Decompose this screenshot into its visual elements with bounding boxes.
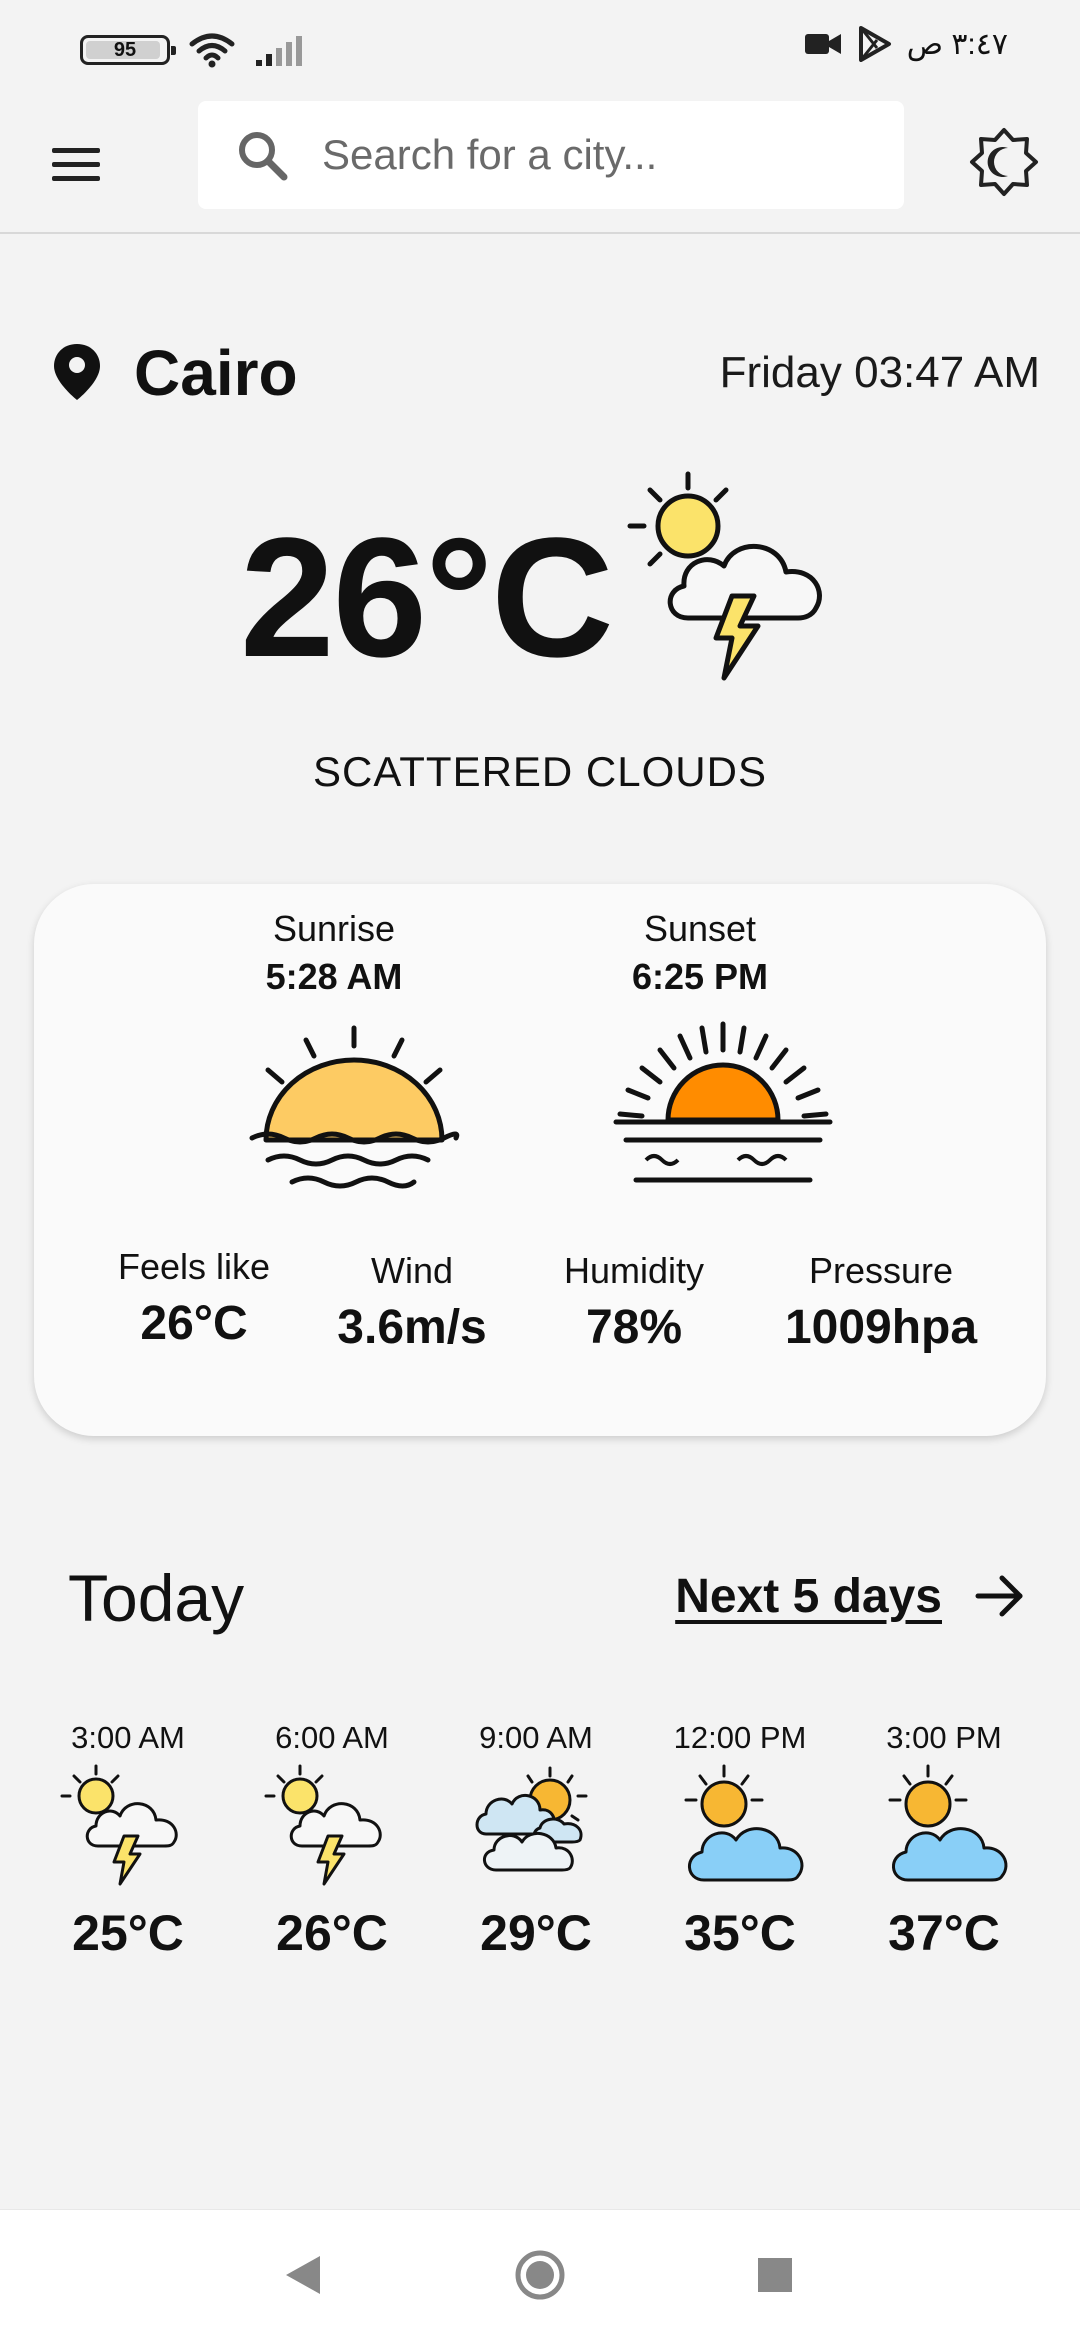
stat-label: Feels like xyxy=(117,1246,271,1287)
sunset-label: Sunset xyxy=(643,908,757,949)
location-row: Cairo Friday 03:47 AM xyxy=(50,330,1040,410)
hour-temp: 26°C xyxy=(276,1905,388,1961)
hour-time: 3:00 PM xyxy=(886,1720,1002,1755)
hour-time: 6:00 AM xyxy=(275,1720,389,1755)
top-app-bar xyxy=(0,96,1080,234)
stat-value: 78% xyxy=(585,1301,683,1354)
sunset-time: 6:25 PM xyxy=(631,956,769,997)
sunrise-icon xyxy=(249,1025,460,1189)
stat-humidity: Humidity 78% xyxy=(524,1250,744,1355)
sun-cloud-lightning-icon xyxy=(627,471,822,681)
today-title: Today xyxy=(68,1561,245,1635)
current-temperature: 26°C xyxy=(240,503,614,693)
back-button-icon[interactable] xyxy=(280,2252,326,2298)
battery-icon: 95 xyxy=(80,35,176,65)
hour-time: 9:00 AM xyxy=(479,1720,593,1755)
hour-item: 12:00 PM 35°C xyxy=(640,1720,840,1962)
city-name: Cairo xyxy=(134,337,298,409)
hour-temp: 35°C xyxy=(684,1905,796,1961)
search-icon xyxy=(239,132,288,181)
sunset-icon xyxy=(613,1021,833,1183)
sunrise-block: Sunrise 5:28 AM xyxy=(214,908,454,998)
hour-temp: 37°C xyxy=(888,1905,1000,1961)
battery-level: 95 xyxy=(113,38,137,61)
next-5-days-label[interactable]: Next 5 days xyxy=(675,1569,942,1624)
recents-button-icon[interactable] xyxy=(756,2256,794,2294)
theme-toggle-icon[interactable] xyxy=(968,126,1040,198)
hamburger-menu-icon[interactable] xyxy=(48,136,104,192)
sun-cloud-lightning-icon xyxy=(264,1764,382,1886)
weather-condition: SCATTERED CLOUDS xyxy=(313,748,767,795)
stat-feels-like: Feels like 26°C xyxy=(84,1246,304,1351)
stat-value: 1009hpa xyxy=(784,1301,978,1354)
sunrise-time: 5:28 AM xyxy=(265,956,403,997)
status-right: ٣:٤٧ ص xyxy=(803,26,1008,62)
sun-blue-cloud-icon xyxy=(888,1764,1008,1882)
stat-wind: Wind 3.6m/s xyxy=(302,1250,522,1355)
hour-time: 12:00 PM xyxy=(673,1720,807,1755)
sun-cloud-lightning-icon xyxy=(60,1764,178,1886)
hour-item: 9:00 AM 29°C xyxy=(436,1720,636,1962)
weather-details-card: Sunrise 5:28 AM Sunset 6:25 PM Feels lik… xyxy=(34,884,1046,1436)
location-pin-icon xyxy=(54,344,100,400)
stat-value: 26°C xyxy=(140,1297,248,1350)
next-5-days-link[interactable]: Next 5 days xyxy=(675,1568,1028,1624)
status-left: 95 xyxy=(80,30,306,70)
sun-blue-cloud-icon xyxy=(684,1764,804,1882)
sunset-block: Sunset 6:25 PM xyxy=(580,908,820,998)
stat-label: Humidity xyxy=(563,1250,705,1291)
video-camera-icon xyxy=(804,34,841,54)
signal-icon xyxy=(256,36,302,66)
stat-label: Pressure xyxy=(808,1250,954,1291)
status-time: ٣:٤٧ ص xyxy=(906,27,1008,61)
search-input[interactable] xyxy=(320,130,864,180)
hour-item: 3:00 AM 25°C xyxy=(28,1720,228,1962)
hour-time: 3:00 AM xyxy=(71,1720,185,1755)
hour-temp: 29°C xyxy=(480,1905,592,1961)
search-box[interactable] xyxy=(198,101,904,209)
arrow-right-icon[interactable] xyxy=(972,1568,1028,1624)
hour-temp: 25°C xyxy=(72,1905,184,1961)
play-store-icon xyxy=(858,26,891,62)
hourly-forecast: 3:00 AM 25°C 6:00 AM 26°C 9:00 AM 29°C 1… xyxy=(28,1720,1052,1962)
home-button-icon[interactable] xyxy=(514,2249,566,2301)
sun-clouds-icon xyxy=(475,1766,588,1872)
stat-value: 3.6m/s xyxy=(337,1301,487,1354)
hour-item: 6:00 AM 26°C xyxy=(232,1720,432,1962)
wifi-icon xyxy=(189,33,235,68)
stat-pressure: Pressure 1009hpa xyxy=(756,1250,1006,1355)
hour-item: 3:00 PM 37°C xyxy=(844,1720,1044,1962)
system-navigation-bar xyxy=(0,2209,1080,2340)
stat-label: Wind xyxy=(370,1250,454,1291)
sunrise-label: Sunrise xyxy=(272,908,396,949)
status-bar: 95 ٣:٤٧ ص xyxy=(0,0,1080,96)
current-datetime: Friday 03:47 AM xyxy=(719,348,1040,397)
